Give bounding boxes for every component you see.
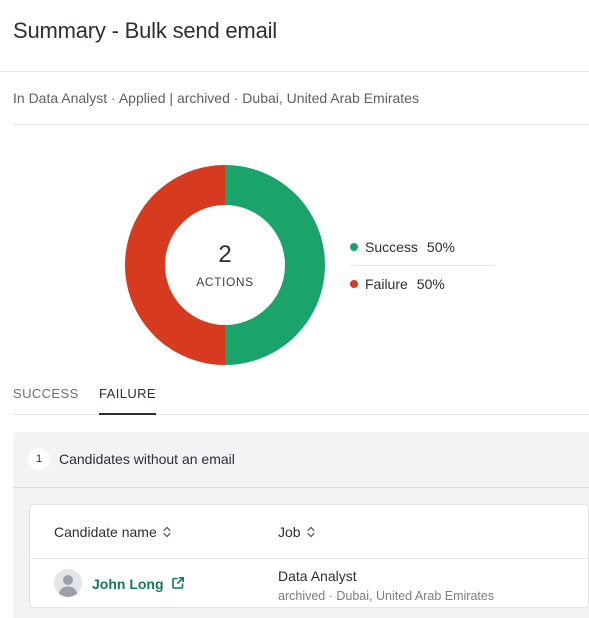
page-title: Summary - Bulk send email bbox=[13, 18, 277, 43]
actions-label: ACTIONS bbox=[196, 275, 254, 289]
candidates-table: Candidate name Job John Long Data Analys… bbox=[29, 504, 589, 608]
candidate-name-link[interactable]: John Long bbox=[92, 576, 164, 592]
tab-success[interactable]: SUCCESS bbox=[13, 386, 79, 413]
legend-item-success: Success 50% bbox=[350, 232, 495, 262]
job-meta: archived · Dubai, United Arab Emirates bbox=[278, 589, 495, 603]
failure-group-panel: 1 Candidates without an email Candidate … bbox=[13, 432, 589, 618]
sort-icon bbox=[306, 526, 315, 538]
legend-percent: 50% bbox=[426, 239, 455, 255]
job-title: Data Analyst bbox=[278, 568, 357, 584]
failure-count-badge: 1 bbox=[28, 448, 50, 470]
actions-count: 2 bbox=[218, 241, 232, 268]
column-header-label: Candidate name bbox=[54, 524, 157, 540]
result-tabs: SUCCESS FAILURE bbox=[13, 378, 589, 415]
column-header-job[interactable]: Job bbox=[278, 524, 315, 540]
sort-icon bbox=[163, 526, 171, 538]
tab-failure[interactable]: FAILURE bbox=[99, 386, 156, 415]
job-context-line: In Data Analyst · Applied | archived · D… bbox=[13, 90, 419, 106]
legend-label: Failure bbox=[365, 275, 408, 292]
failure-group-title: Candidates without an email bbox=[59, 451, 235, 467]
failure-group-header[interactable]: 1 Candidates without an email bbox=[13, 432, 589, 488]
external-link-icon[interactable] bbox=[171, 576, 185, 590]
legend-percent: 50% bbox=[416, 275, 445, 292]
column-header-label: Job bbox=[278, 524, 301, 540]
divider bbox=[13, 124, 589, 125]
legend-item-failure: Failure 50% bbox=[350, 265, 495, 295]
page-header: Summary - Bulk send email bbox=[0, 0, 589, 72]
chart-legend: Success 50% Failure 50% bbox=[350, 232, 495, 295]
legend-label: Success bbox=[365, 239, 418, 255]
column-header-candidate-name[interactable]: Candidate name bbox=[54, 524, 171, 540]
header-divider bbox=[30, 558, 588, 559]
failure-dot-icon bbox=[350, 279, 358, 288]
success-dot-icon bbox=[350, 243, 358, 251]
user-avatar-icon bbox=[54, 569, 82, 597]
donut-chart: 2 ACTIONS bbox=[125, 165, 325, 365]
